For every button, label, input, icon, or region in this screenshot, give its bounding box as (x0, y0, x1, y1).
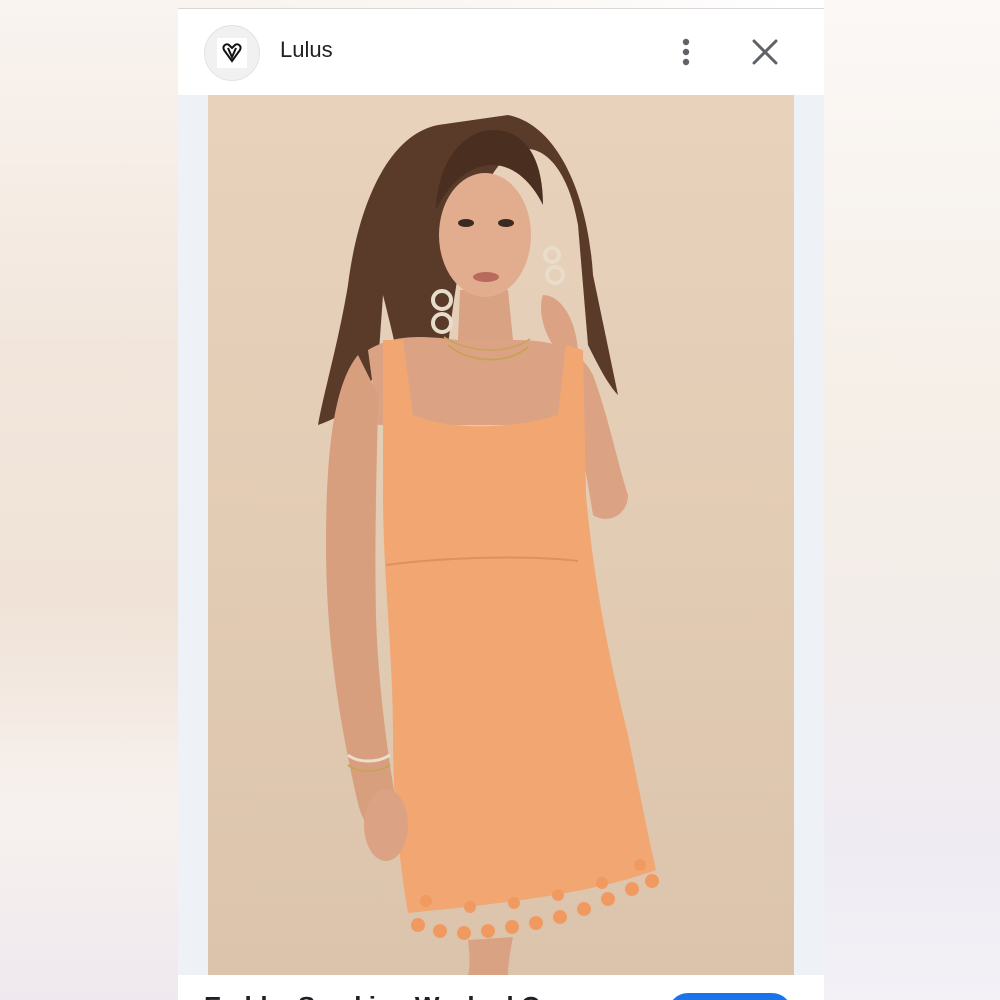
product-image[interactable] (208, 95, 794, 975)
heart-v-logo-icon (217, 38, 247, 68)
close-icon[interactable] (748, 35, 782, 69)
viewer-header: Lulus (178, 9, 824, 95)
result-title[interactable]: Embby Smoking Washed Orange (204, 991, 612, 1000)
result-info-strip: Embby Smoking Washed Orange (178, 975, 824, 1000)
visit-button[interactable] (668, 993, 792, 1000)
background-left (0, 0, 178, 1000)
image-area (178, 95, 824, 1000)
image-viewer-panel: Lulus (178, 8, 824, 1000)
source-logo[interactable] (204, 25, 260, 81)
more-vert-icon[interactable] (672, 35, 700, 69)
source-name[interactable]: Lulus (280, 37, 333, 63)
background-right (824, 0, 1000, 1000)
